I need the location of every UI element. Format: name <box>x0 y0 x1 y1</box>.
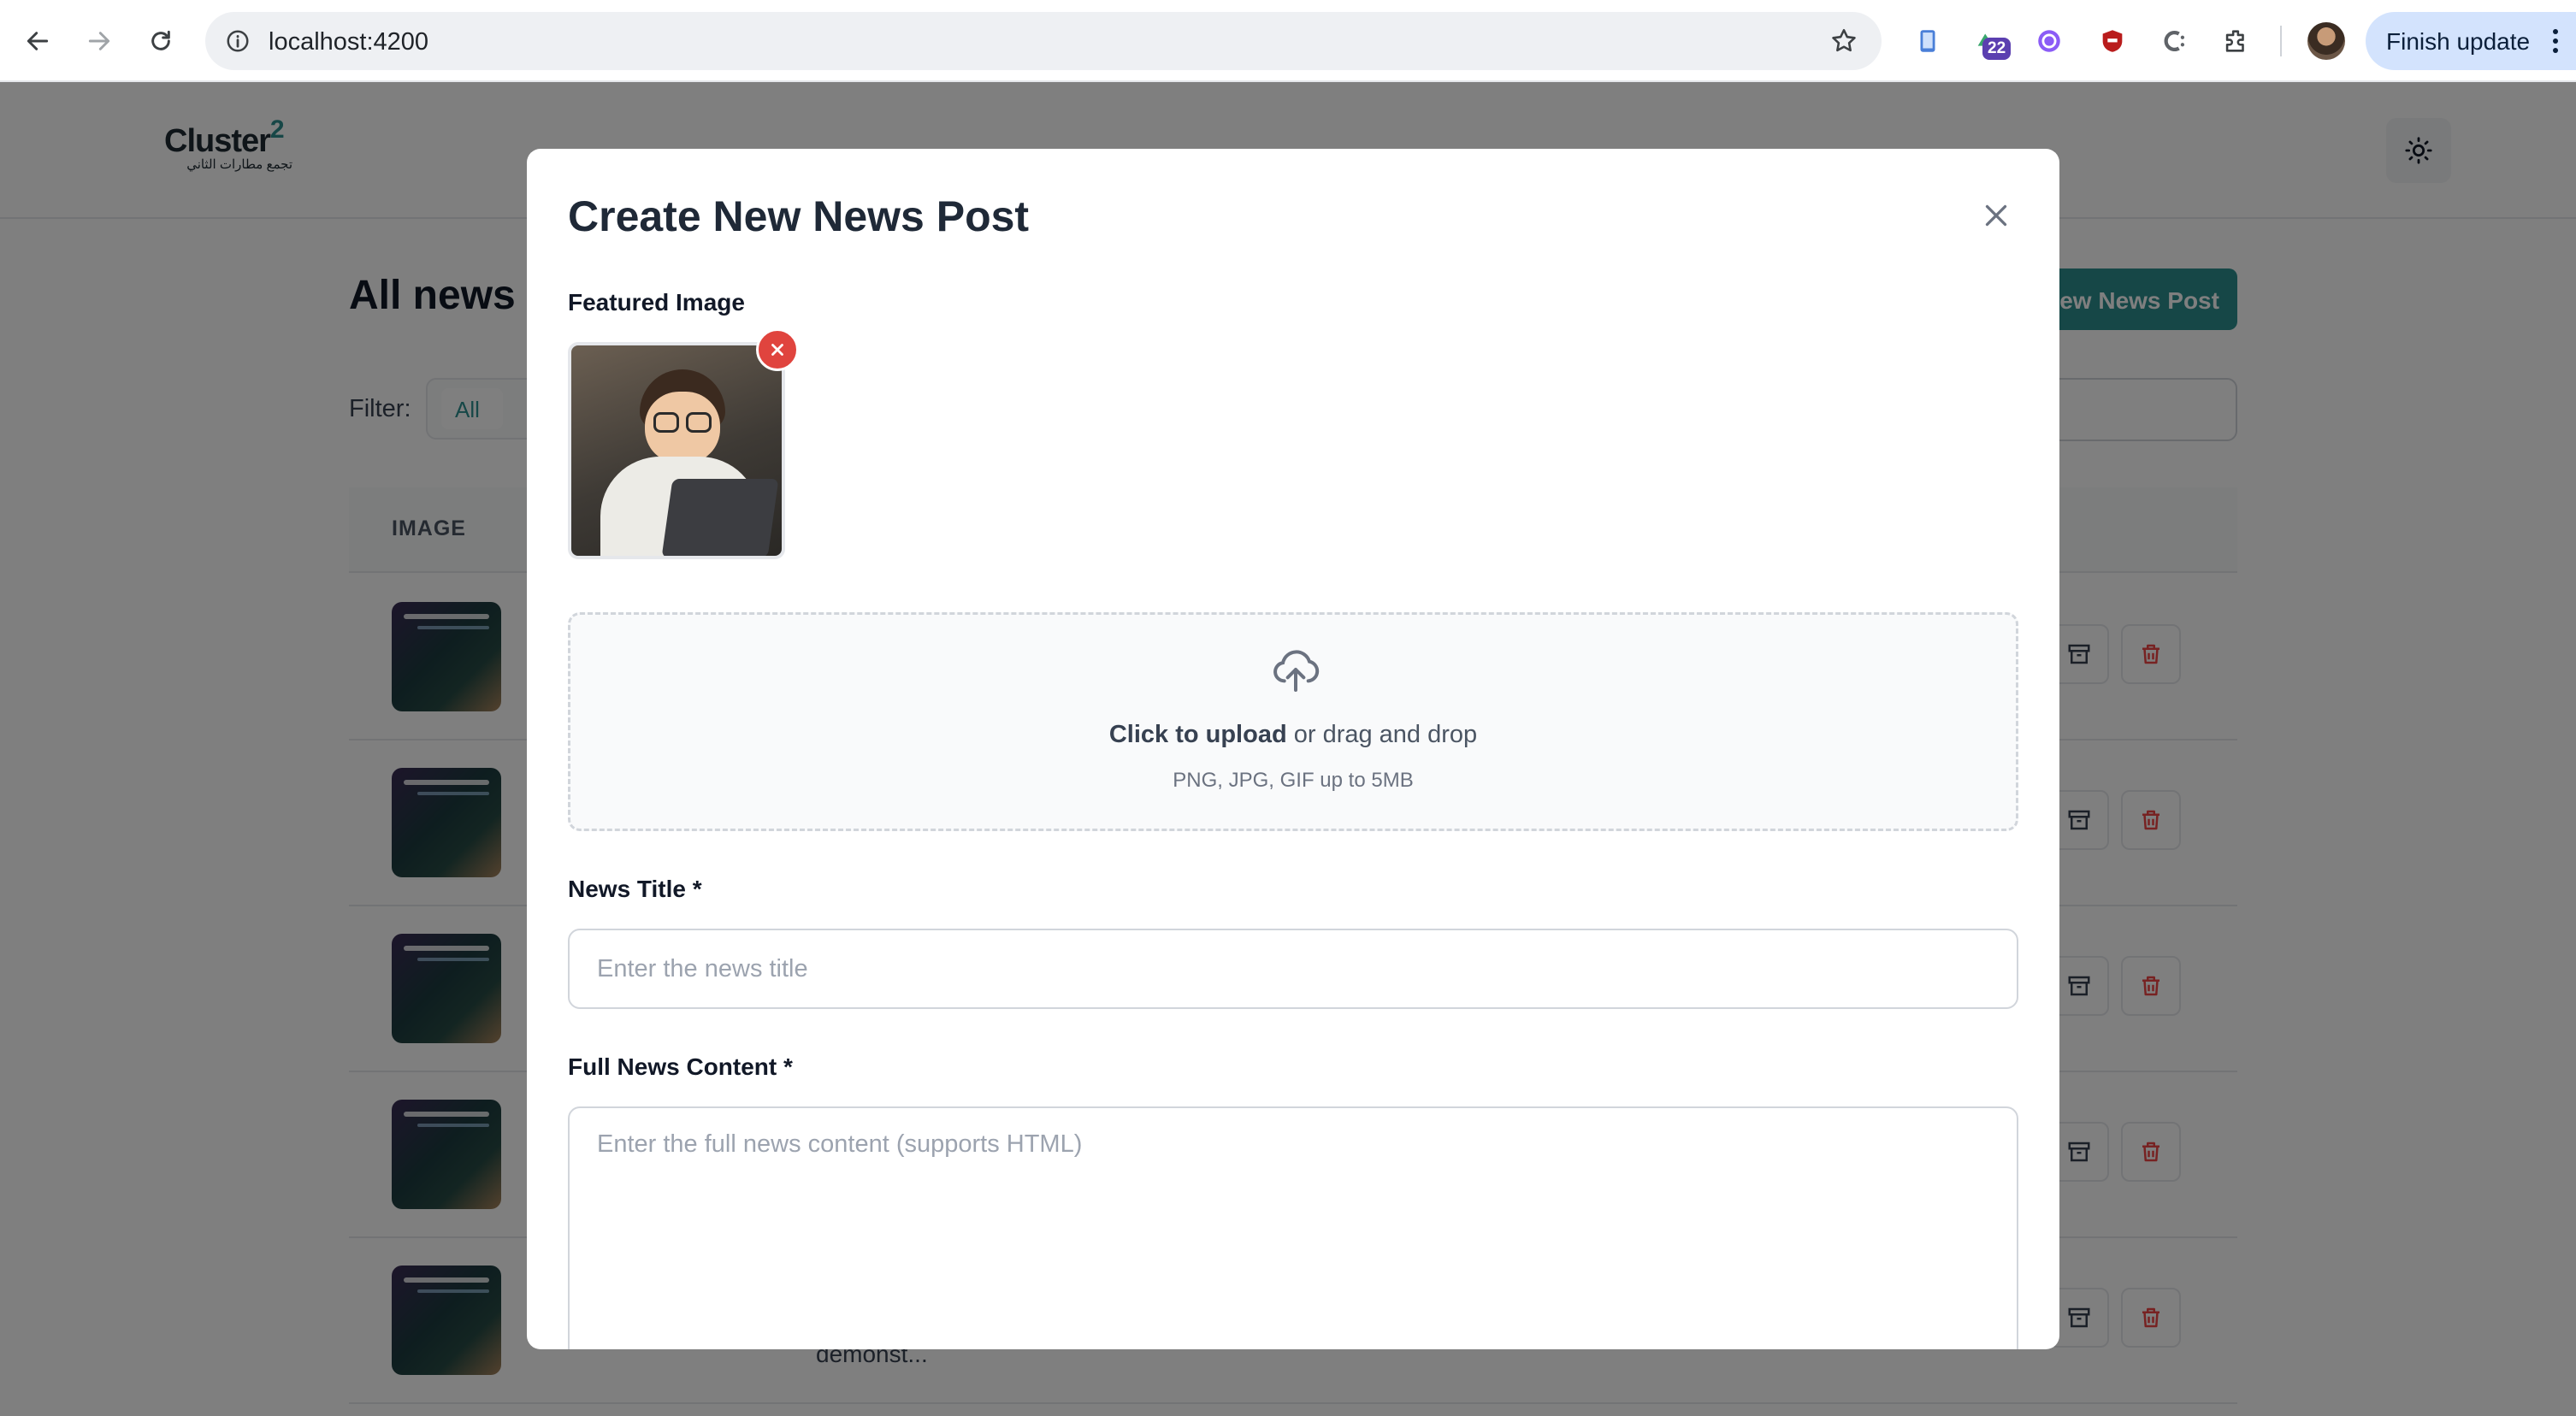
address-bar[interactable]: localhost:4200 <box>205 12 1882 70</box>
shield-extension-icon[interactable] <box>2092 21 2133 62</box>
cloud-upload-icon <box>1265 639 1326 700</box>
toolbar-divider <box>2280 26 2282 56</box>
close-icon[interactable] <box>1976 195 2017 236</box>
finish-update-label: Finish update <box>2386 28 2531 55</box>
browser-toolbar: localhost:4200 22 Finish update <box>0 0 2576 82</box>
x-icon <box>771 344 783 356</box>
click-to-upload-link[interactable]: Click to upload <box>1109 721 1287 748</box>
circle-extension-icon[interactable] <box>2029 21 2070 62</box>
remove-image-button[interactable] <box>756 328 799 371</box>
news-content-textarea[interactable] <box>568 1106 2018 1349</box>
more-vertical-icon[interactable] <box>2545 24 2566 58</box>
c-extension-icon[interactable] <box>2154 21 2195 62</box>
profile-avatar[interactable] <box>2307 22 2345 60</box>
upload-dropzone[interactable]: Click to upload or drag and drop PNG, JP… <box>568 612 2018 831</box>
reload-icon[interactable] <box>140 21 181 62</box>
news-title-label: News Title * <box>568 876 702 902</box>
finish-update-button[interactable]: Finish update <box>2366 12 2576 70</box>
drag-drop-text: or drag and drop <box>1286 721 1478 748</box>
upload-hint: PNG, JPG, GIF up to 5MB <box>1173 769 1414 792</box>
bookmark-star-icon[interactable] <box>1827 24 1861 58</box>
create-news-modal: Create New News Post Featured Image Clic… <box>527 149 2059 1349</box>
url-text[interactable]: localhost:4200 <box>269 28 428 56</box>
puzzle-extensions-icon[interactable] <box>2215 21 2256 62</box>
extension-badge: 22 <box>1982 38 2012 60</box>
site-info-icon[interactable] <box>221 24 255 58</box>
featured-image-label: Featured Image <box>568 289 745 316</box>
upload-instructions: Click to upload or drag and drop <box>570 721 2016 749</box>
news-title-input[interactable] <box>568 929 2018 1009</box>
forward-icon[interactable] <box>79 21 120 62</box>
news-content-label: Full News Content * <box>568 1053 793 1080</box>
modal-title: Create New News Post <box>568 192 1030 240</box>
back-icon[interactable] <box>17 21 58 62</box>
phone-extension-icon[interactable] <box>1907 21 1948 62</box>
featured-image-preview <box>568 342 785 559</box>
